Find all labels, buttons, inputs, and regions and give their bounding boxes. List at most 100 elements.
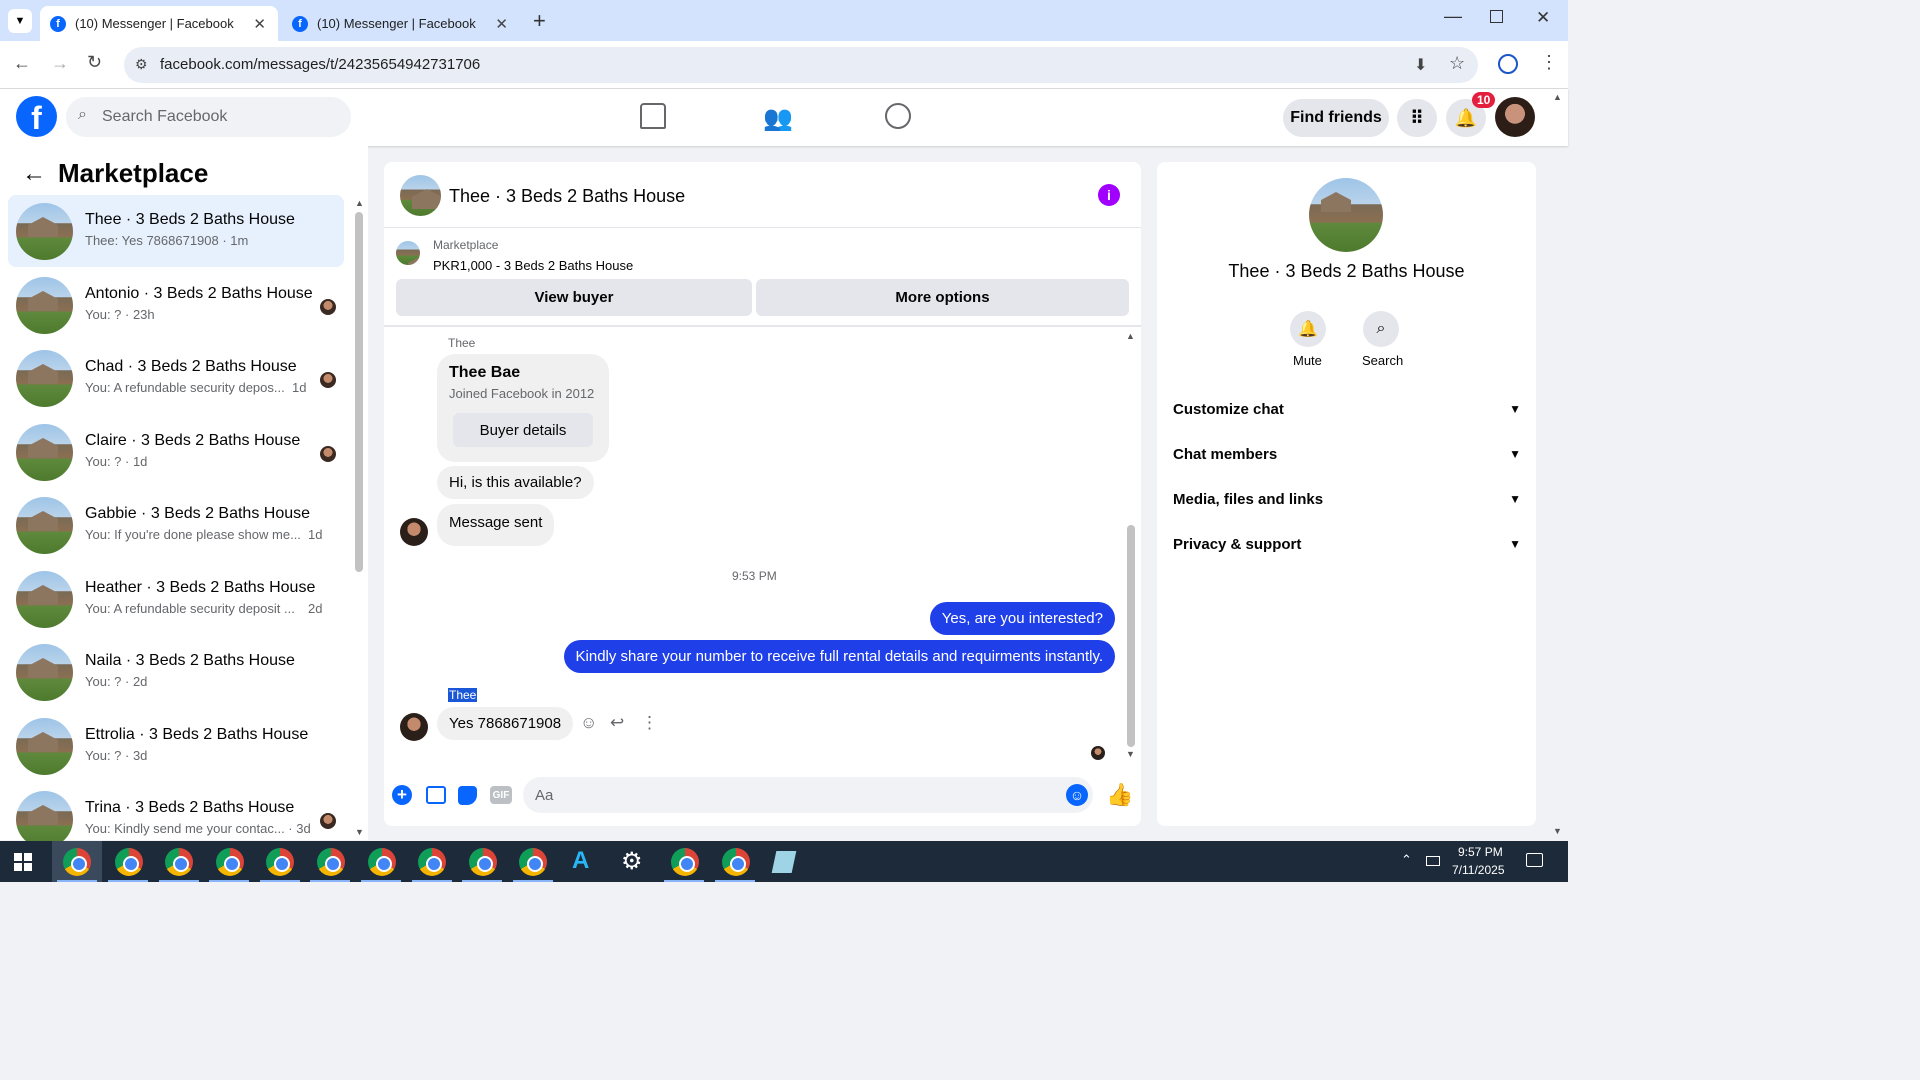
profile-icon[interactable] bbox=[1498, 54, 1518, 74]
minimize-icon[interactable]: — bbox=[1444, 6, 1462, 27]
browser-tab[interactable]: f (10) Messenger | Facebook ✕ bbox=[282, 6, 520, 41]
chat-title[interactable]: Thee · 3 Beds 2 Baths House bbox=[449, 186, 685, 207]
chrome-taskbar-icon[interactable] bbox=[368, 848, 396, 876]
back-icon[interactable]: ← bbox=[13, 53, 31, 74]
incoming-message[interactable]: Message sent bbox=[437, 504, 555, 546]
friends-icon[interactable]: 👥 bbox=[763, 104, 793, 133]
new-tab-icon[interactable]: + bbox=[533, 8, 546, 34]
notepad-taskbar-icon[interactable] bbox=[771, 851, 797, 873]
conversation-item[interactable]: Ettrolia · 3 Beds 2 Baths House You: ? ·… bbox=[8, 710, 344, 782]
chrome-taskbar-icon[interactable] bbox=[266, 848, 294, 876]
menu-grid-icon[interactable]: ⠿ bbox=[1397, 99, 1437, 137]
message-input[interactable]: Aa ☺ bbox=[523, 777, 1093, 813]
buyer-details-button[interactable]: Buyer details bbox=[453, 413, 593, 447]
chat-scroll-up-icon[interactable]: ▲ bbox=[1126, 331, 1135, 341]
find-friends-button[interactable]: Find friends bbox=[1283, 99, 1389, 137]
page-scroll-up-icon[interactable]: ▲ bbox=[1553, 92, 1562, 102]
thumbs-up-icon[interactable]: 👍 bbox=[1106, 782, 1133, 808]
bookmark-star-icon[interactable]: ☆ bbox=[1449, 53, 1465, 74]
conversation-item[interactable]: Antonio · 3 Beds 2 Baths House You: ? · … bbox=[8, 269, 344, 341]
close-window-icon[interactable]: ✕ bbox=[1536, 8, 1550, 28]
chrome-taskbar-icon[interactable] bbox=[671, 848, 699, 876]
back-arrow-icon[interactable]: ← bbox=[22, 160, 46, 188]
emoji-icon[interactable]: ☺ bbox=[1066, 784, 1088, 806]
app-a-taskbar-icon[interactable]: A bbox=[572, 847, 589, 875]
chat-members-section[interactable]: Chat members ▼ bbox=[1173, 436, 1521, 472]
account-avatar[interactable] bbox=[1495, 97, 1535, 137]
clock-date[interactable]: 7/11/2025 bbox=[1452, 863, 1505, 877]
outgoing-message[interactable]: Yes, are you interested? bbox=[929, 602, 1115, 635]
section-label: Chat members bbox=[1173, 445, 1278, 463]
incoming-message[interactable]: Yes 7868671908 bbox=[437, 707, 574, 740]
address-bar[interactable]: ⚙ facebook.com/messages/t/24235654942731… bbox=[124, 47, 1478, 83]
chrome-taskbar-icon[interactable] bbox=[722, 848, 750, 876]
tray-chevron-up-icon[interactable]: ⌃ bbox=[1401, 852, 1412, 868]
scroll-up-arrow-icon[interactable]: ▲ bbox=[355, 198, 364, 208]
clock-time[interactable]: 9:57 PM bbox=[1458, 845, 1503, 859]
conversation-item[interactable]: Gabbie · 3 Beds 2 Baths House You: If yo… bbox=[8, 489, 344, 561]
browser-tab-active[interactable]: f (10) Messenger | Facebook ✕ bbox=[40, 6, 278, 41]
windows-start-icon[interactable] bbox=[14, 853, 32, 871]
privacy-support-section[interactable]: Privacy & support ▼ bbox=[1173, 526, 1521, 562]
search-in-chat-button[interactable]: ⌕ bbox=[1363, 311, 1399, 347]
media-files-links-section[interactable]: Media, files and links ▼ bbox=[1173, 481, 1521, 517]
mute-button[interactable]: 🔔 bbox=[1290, 311, 1326, 347]
chat-scroll-down-icon[interactable]: ▼ bbox=[1126, 749, 1135, 759]
settings-gear-icon[interactable]: ⚙ bbox=[621, 847, 643, 876]
info-icon[interactable]: i bbox=[1098, 184, 1120, 206]
notification-center-icon[interactable] bbox=[1526, 853, 1543, 867]
sticker-icon[interactable] bbox=[458, 786, 477, 805]
tab-search-button[interactable]: ▼ bbox=[8, 9, 32, 33]
incoming-message[interactable]: Hi, is this available? bbox=[437, 466, 594, 499]
conversation-item[interactable]: Claire · 3 Beds 2 Baths House You: ? · 1… bbox=[8, 416, 344, 488]
conversation-item[interactable]: Thee · 3 Beds 2 Baths House Thee: Yes 78… bbox=[8, 195, 344, 267]
more-options-button[interactable]: More options bbox=[756, 279, 1129, 316]
add-attachment-icon[interactable]: + bbox=[392, 785, 412, 805]
react-emoji-icon[interactable]: ☺ bbox=[580, 713, 597, 733]
home-icon[interactable] bbox=[640, 103, 666, 129]
sender-avatar[interactable] bbox=[400, 713, 428, 741]
chrome-taskbar-icon[interactable] bbox=[63, 848, 91, 876]
conversation-item[interactable]: Heather · 3 Beds 2 Baths House You: A re… bbox=[8, 563, 344, 635]
conversation-title: Trina · 3 Beds 2 Baths House bbox=[85, 799, 295, 816]
conversation-scrollbar[interactable] bbox=[355, 212, 363, 572]
photo-icon[interactable] bbox=[426, 786, 446, 804]
conversation-snippet: Thee: Yes 7868671908 · 1m bbox=[85, 233, 249, 248]
close-tab-icon[interactable]: ✕ bbox=[495, 15, 508, 33]
groups-icon[interactable] bbox=[885, 103, 911, 129]
running-indicator bbox=[462, 880, 502, 882]
chrome-taskbar-icon[interactable] bbox=[519, 848, 547, 876]
chrome-taskbar-icon[interactable] bbox=[418, 848, 446, 876]
outgoing-message[interactable]: Kindly share your number to receive full… bbox=[563, 640, 1115, 673]
chat-listing-thumbnail[interactable] bbox=[400, 175, 441, 216]
gif-icon[interactable]: GIF bbox=[490, 786, 512, 804]
restore-icon[interactable] bbox=[1490, 10, 1503, 23]
facebook-logo[interactable]: f bbox=[16, 96, 57, 137]
battery-icon[interactable] bbox=[1426, 856, 1440, 866]
chrome-taskbar-icon[interactable] bbox=[165, 848, 193, 876]
chat-scrollbar[interactable] bbox=[1127, 525, 1135, 747]
reply-icon[interactable]: ↩ bbox=[610, 713, 624, 733]
chrome-taskbar-icon[interactable] bbox=[115, 848, 143, 876]
browser-menu-icon[interactable]: ⋮ bbox=[1540, 52, 1558, 73]
customize-chat-section[interactable]: Customize chat ▼ bbox=[1173, 391, 1521, 427]
chrome-taskbar-icon[interactable] bbox=[317, 848, 345, 876]
view-buyer-button[interactable]: View buyer bbox=[396, 279, 752, 316]
forward-icon[interactable]: → bbox=[51, 53, 69, 74]
chrome-taskbar-icon[interactable] bbox=[469, 848, 497, 876]
page-scroll-down-icon[interactable]: ▼ bbox=[1553, 826, 1562, 836]
conversation-item[interactable]: Chad · 3 Beds 2 Baths House You: A refun… bbox=[8, 342, 344, 414]
more-actions-icon[interactable]: ⋮ bbox=[641, 713, 658, 733]
sender-avatar[interactable] bbox=[400, 518, 428, 546]
install-app-icon[interactable]: ⬇ bbox=[1414, 55, 1427, 75]
conversation-snippet: You: ? · 1d bbox=[85, 454, 148, 469]
site-info-icon[interactable]: ⚙ bbox=[135, 56, 148, 73]
message-timestamp: 9:53 PM bbox=[732, 569, 777, 583]
chrome-taskbar-icon[interactable] bbox=[216, 848, 244, 876]
conversation-snippet: You: Kindly send me your contac... · 3d bbox=[85, 821, 311, 836]
close-tab-icon[interactable]: ✕ bbox=[253, 15, 266, 33]
conversation-item[interactable]: Naila · 3 Beds 2 Baths House You: ? · 2d bbox=[8, 636, 344, 708]
scroll-down-arrow-icon[interactable]: ▼ bbox=[355, 827, 364, 837]
reload-icon[interactable]: ↻ bbox=[87, 52, 102, 73]
facebook-search-input[interactable]: ⌕ Search Facebook bbox=[66, 97, 351, 137]
